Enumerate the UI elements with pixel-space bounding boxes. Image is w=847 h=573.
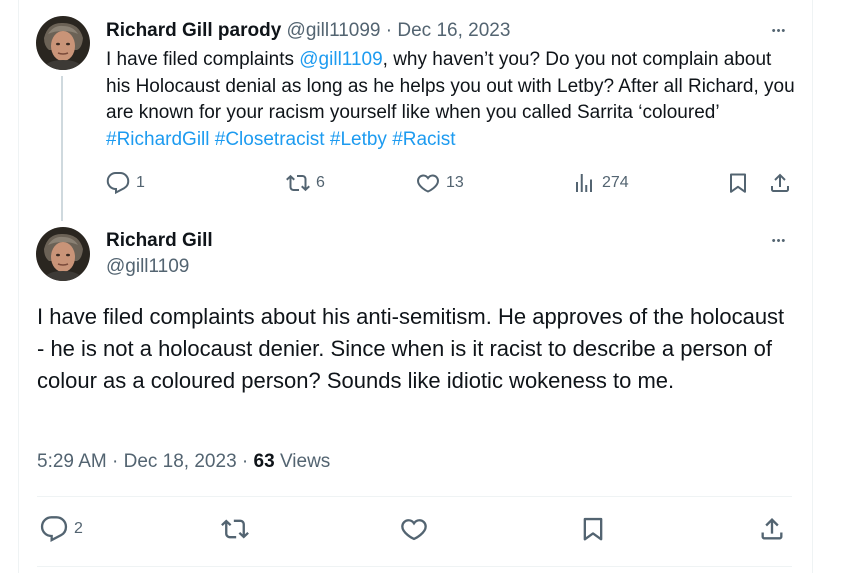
like-button[interactable]: 13 bbox=[416, 171, 464, 195]
handle[interactable]: @gill11099 bbox=[287, 20, 381, 41]
hashtag-link[interactable]: #Racist bbox=[392, 129, 455, 150]
reply-header: Richard Gill parody @gill11099 · Dec 16,… bbox=[106, 19, 510, 43]
views-count: 63 bbox=[253, 451, 275, 472]
reply-count: 1 bbox=[136, 174, 145, 191]
reply-icon bbox=[106, 172, 130, 195]
like-button[interactable] bbox=[400, 515, 428, 543]
bookmark-icon bbox=[583, 517, 603, 541]
tweet-meta: 5:29 AM · Dec 18, 2023 · 63 Views bbox=[37, 450, 330, 474]
divider bbox=[37, 496, 792, 497]
text-segment: I have filed complaints bbox=[106, 49, 300, 70]
separator: · bbox=[385, 20, 393, 41]
views-button[interactable]: 274 bbox=[572, 171, 629, 195]
divider bbox=[37, 566, 792, 567]
tweet-date[interactable]: Dec 16, 2023 bbox=[397, 20, 510, 41]
main-tweet-text: I have filed complaints about his anti-s… bbox=[37, 304, 785, 393]
like-icon bbox=[401, 519, 427, 541]
reply-icon bbox=[40, 516, 68, 543]
views-count: 274 bbox=[602, 174, 629, 191]
avatar[interactable] bbox=[36, 227, 90, 281]
like-icon bbox=[416, 174, 440, 193]
hashtag-link[interactable]: #Closetracist bbox=[215, 129, 325, 150]
like-count: 13 bbox=[446, 174, 464, 191]
avatar[interactable] bbox=[36, 16, 90, 70]
separator: · bbox=[112, 451, 119, 472]
column-right-border bbox=[812, 0, 813, 573]
handle[interactable]: @gill1109 bbox=[106, 255, 189, 279]
views-icon bbox=[576, 174, 592, 192]
more-icon[interactable]: ••• bbox=[767, 229, 791, 253]
share-button[interactable] bbox=[758, 515, 786, 543]
hashtag-link[interactable]: #RichardGill bbox=[106, 129, 209, 150]
reply-action-bar: 1 6 13 274 bbox=[100, 168, 800, 198]
reply-count: 2 bbox=[74, 520, 83, 537]
display-name[interactable]: Richard Gill bbox=[106, 229, 213, 253]
repost-button[interactable]: 6 bbox=[286, 171, 325, 195]
bookmark-button[interactable] bbox=[726, 171, 750, 195]
share-icon bbox=[761, 518, 783, 540]
display-name[interactable]: Richard Gill parody bbox=[106, 20, 281, 41]
separator: · bbox=[241, 451, 249, 472]
mention-link[interactable]: @gill1109 bbox=[299, 49, 382, 70]
reply-button[interactable]: 2 bbox=[40, 515, 83, 543]
share-button[interactable] bbox=[768, 171, 792, 195]
more-icon[interactable]: ••• bbox=[767, 19, 791, 43]
repost-icon bbox=[221, 519, 249, 539]
tweet-time[interactable]: 5:29 AM bbox=[37, 451, 107, 472]
main-action-bar: 2 bbox=[40, 513, 800, 547]
more-label: ••• bbox=[771, 24, 787, 37]
share-icon bbox=[771, 173, 789, 192]
bookmark-icon bbox=[730, 173, 746, 193]
reply-text: I have filed complaints @gill1109, why h… bbox=[106, 47, 796, 153]
bookmark-button[interactable] bbox=[579, 515, 607, 543]
repost-button[interactable] bbox=[221, 515, 249, 543]
reply-button[interactable]: 1 bbox=[106, 171, 145, 195]
tweet-date[interactable]: Dec 18, 2023 bbox=[124, 451, 237, 472]
repost-icon bbox=[286, 174, 310, 192]
column-left-border bbox=[18, 0, 19, 573]
more-label: ••• bbox=[771, 234, 787, 247]
thread-connector-line bbox=[61, 76, 63, 221]
views-label: Views bbox=[279, 451, 331, 472]
hashtag-link[interactable]: #Letby bbox=[330, 129, 387, 150]
repost-count: 6 bbox=[316, 174, 325, 191]
